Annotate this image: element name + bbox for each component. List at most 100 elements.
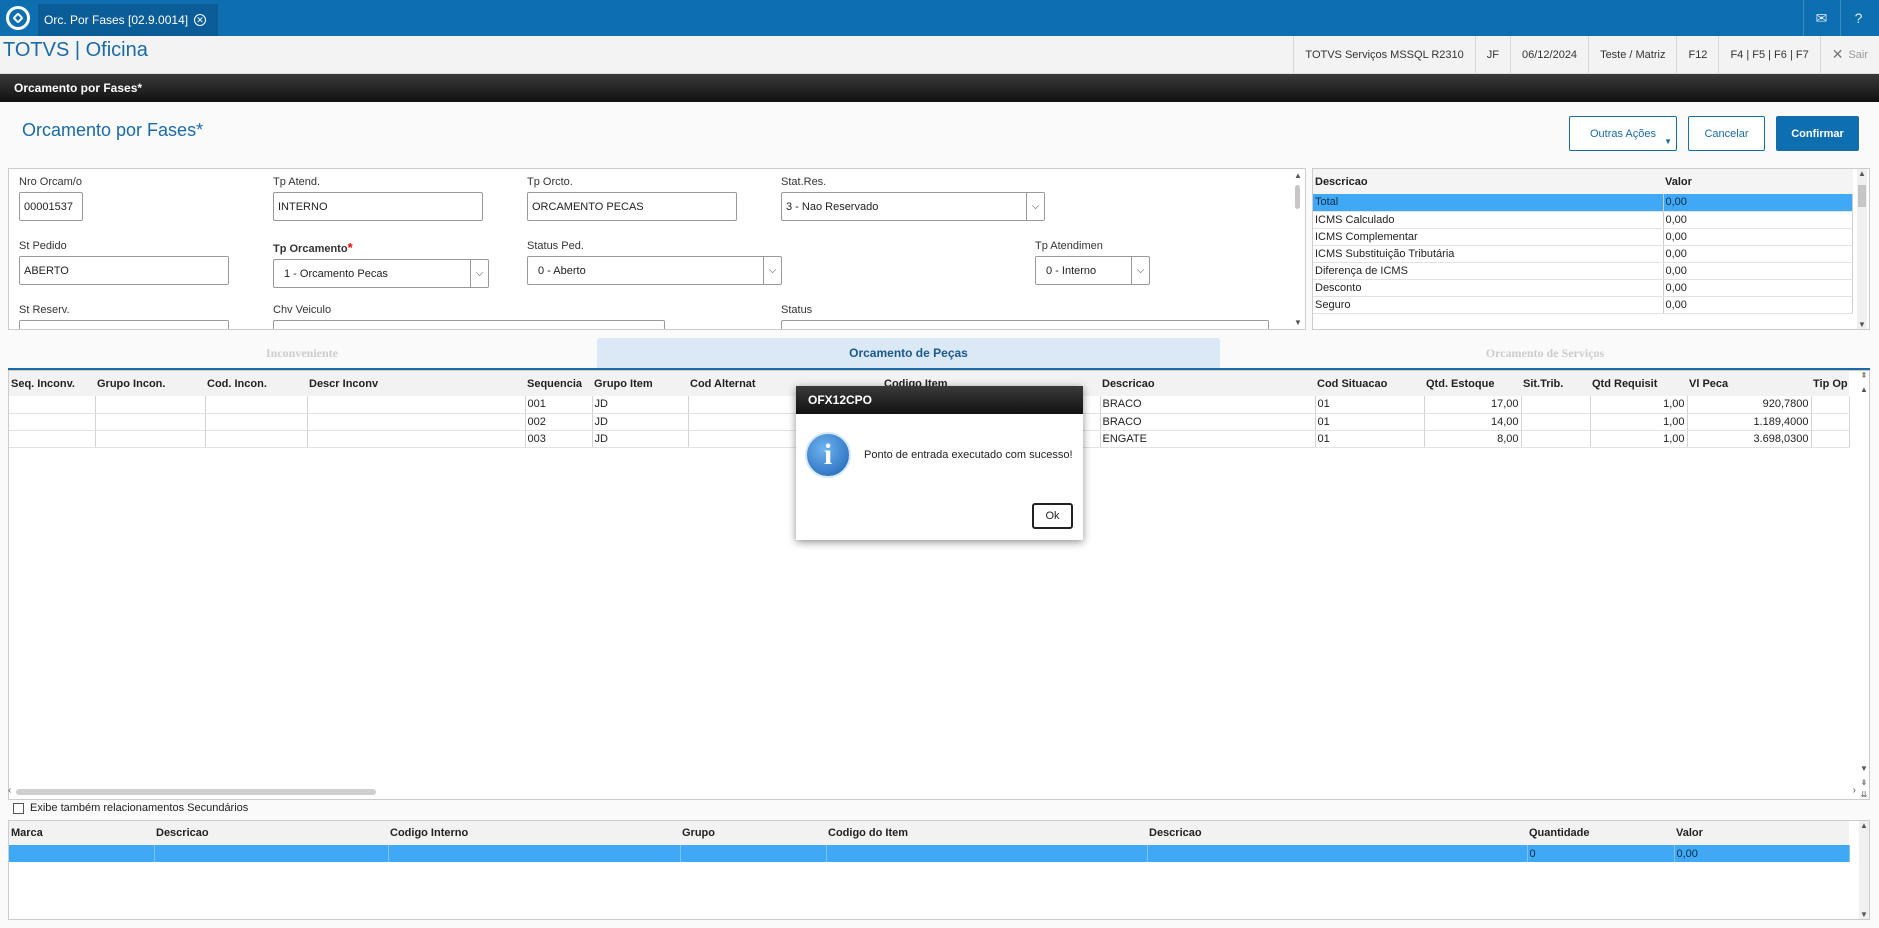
column-header[interactable]: Cod. Incon.	[205, 371, 307, 396]
totvs-logo-icon[interactable]	[0, 0, 36, 36]
chv-veiculo-input[interactable]	[273, 320, 665, 329]
header-info: TOTVS Serviços MSSQL R2310 JF 06/12/2024…	[1293, 36, 1879, 73]
table-cell: Desconto	[1313, 279, 1664, 297]
tab-orcamento-servicos[interactable]: Orcamento de Serviços	[1221, 338, 1869, 368]
totals-col-descricao[interactable]: Descricao	[1313, 169, 1663, 194]
column-header[interactable]: Cod Situacao	[1315, 371, 1424, 396]
scroll-left-icon[interactable]: ‹	[8, 785, 11, 796]
st-pedido-input[interactable]: ABERTO	[19, 256, 229, 285]
column-header[interactable]: Descr Inconv	[307, 371, 525, 396]
fkeys-shortcut[interactable]: F4 | F5 | F6 | F7	[1718, 36, 1819, 73]
server-info: TOTVS Serviços MSSQL R2310	[1293, 36, 1474, 73]
column-header[interactable]: Quantidade	[1527, 821, 1674, 845]
table-cell	[205, 396, 308, 414]
column-header[interactable]: Codigo Interno	[388, 821, 680, 845]
stat-res-select[interactable]: 3 - Nao Reservado ⌵	[781, 192, 1045, 221]
scroll-top-icon[interactable]: ⇞	[1859, 371, 1869, 380]
status-ped-value: 0 - Aberto	[538, 265, 586, 277]
status-input[interactable]	[781, 320, 1269, 329]
ok-button[interactable]: Ok	[1032, 503, 1073, 529]
table-cell: 1,00	[1590, 413, 1688, 431]
st-reserv-input[interactable]	[19, 320, 229, 329]
column-header[interactable]: Vl Peca	[1687, 371, 1811, 396]
column-header[interactable]: Marca	[9, 821, 154, 845]
exit-button[interactable]: ✕ Sair	[1819, 36, 1879, 73]
tab-orcamento-pecas[interactable]: Orcamento de Peças	[597, 338, 1220, 368]
help-icon[interactable]: ?	[1840, 0, 1876, 36]
close-tab-icon[interactable]: ✕	[194, 14, 207, 26]
checkbox-label: Exibe também relacionamentos Secundários	[30, 802, 249, 814]
table-row[interactable]: ICMS Substituição Tributária 0,00	[1313, 245, 1853, 263]
related-scrollbar[interactable]: ▲ ▼	[1859, 821, 1869, 919]
chevron-down-icon[interactable]: ⌵	[1026, 193, 1044, 220]
hscroll-thumb[interactable]	[16, 789, 376, 795]
tp-orcto-input[interactable]: ORCAMENTO PECAS	[527, 192, 737, 221]
nro-orcam-input[interactable]: 00001537	[19, 192, 83, 221]
scroll-right-icon[interactable]: ›	[1853, 785, 1856, 796]
column-header[interactable]: Codigo do Item	[826, 821, 1147, 845]
table-row[interactable]: ICMS Complementar 0,00	[1313, 228, 1853, 246]
table-row[interactable]: 0 0,00	[9, 845, 1850, 862]
column-header[interactable]: Qtd Requisit	[1590, 371, 1687, 396]
tp-atend-input[interactable]: INTERNO	[273, 192, 483, 221]
table-row[interactable]: Total 0,00	[1313, 194, 1853, 212]
totals-scrollbar[interactable]: ▲ ▼	[1857, 169, 1867, 329]
scroll-thumb[interactable]	[1858, 185, 1866, 207]
scroll-down-icon[interactable]: ▼	[1859, 764, 1869, 773]
scroll-up-icon[interactable]: ▲	[1857, 169, 1867, 178]
totals-col-valor[interactable]: Valor	[1663, 169, 1853, 194]
chevron-down-icon[interactable]: ⌵	[763, 257, 781, 284]
tp-atend-label: Tp Atend.	[273, 176, 321, 188]
scroll-down-icon[interactable]: ▼	[1293, 318, 1303, 327]
branch-info[interactable]: Teste / Matriz	[1588, 36, 1676, 73]
scroll-down-icon[interactable]: ▼	[1857, 320, 1867, 329]
column-header[interactable]: Grupo	[680, 821, 826, 845]
scroll-down-icon[interactable]: ▼	[1859, 910, 1869, 919]
chevron-down-icon[interactable]: ⌵	[1131, 257, 1149, 284]
scroll-thumb[interactable]	[1295, 185, 1300, 209]
column-header[interactable]: Seq. Inconv.	[9, 371, 95, 396]
secondary-relations-checkbox[interactable]: Exibe também relacionamentos Secundários	[13, 802, 248, 814]
table-cell	[307, 430, 526, 448]
table-row[interactable]: ICMS Calculado 0,00	[1313, 211, 1853, 229]
table-cell: Seguro	[1313, 296, 1664, 314]
scroll-up-icon[interactable]: ▲	[1859, 385, 1869, 394]
parts-scrollbar[interactable]: ⇞ ▲ ▼ ⇟ ⇊	[1859, 371, 1869, 799]
table-cell: 1,00	[1590, 396, 1688, 414]
tab-inconveniente[interactable]: Inconveniente	[8, 338, 596, 368]
top-bar: Orc. Por Fases [02.9.0014] ✕ ✉ ?	[0, 0, 1879, 36]
table-cell	[154, 845, 389, 862]
table-row[interactable]: Seguro 0,00	[1313, 296, 1853, 314]
scroll-up-icon[interactable]: ▲	[1293, 171, 1303, 180]
tab-orc-por-fases[interactable]: Orc. Por Fases [02.9.0014] ✕	[38, 4, 218, 36]
confirm-button[interactable]: Confirmar	[1776, 116, 1859, 151]
other-actions-button[interactable]: Outras Ações ▼	[1569, 116, 1677, 151]
column-header[interactable]: Sit.Trib.	[1521, 371, 1590, 396]
mail-icon[interactable]: ✉	[1803, 0, 1839, 36]
related-header-row: Marca Descricao Codigo Interno Grupo Codigo …	[9, 821, 1849, 845]
column-header[interactable]: Valor	[1674, 821, 1849, 845]
tp-atendimen-select[interactable]: 0 - Interno ⌵	[1035, 256, 1150, 285]
f12-shortcut[interactable]: F12	[1676, 36, 1718, 73]
tp-orcamento-select[interactable]: 1 - Orcamento Pecas ⌵	[273, 259, 489, 288]
cancel-button[interactable]: Cancelar	[1688, 116, 1765, 151]
column-header[interactable]: Tip Op	[1811, 371, 1849, 396]
column-header[interactable]: Descricao	[1147, 821, 1527, 845]
table-row[interactable]: Desconto 0,00	[1313, 279, 1853, 297]
column-header[interactable]: Qtd. Estoque	[1424, 371, 1521, 396]
table-cell: 0,00	[1674, 845, 1850, 862]
status-ped-select[interactable]: 0 - Aberto ⌵	[527, 256, 782, 285]
table-row[interactable]: Diferença de ICMS 0,00	[1313, 262, 1853, 280]
column-header[interactable]: Grupo Item	[592, 371, 688, 396]
chevron-down-icon[interactable]: ⌵	[470, 260, 488, 287]
column-header[interactable]: Sequencia	[525, 371, 592, 396]
other-actions-label: Outras Ações	[1589, 127, 1657, 140]
column-header[interactable]: Descricao	[154, 821, 388, 845]
column-header[interactable]: Descricao	[1100, 371, 1315, 396]
column-header[interactable]: Grupo Incon.	[95, 371, 205, 396]
table-cell	[9, 430, 96, 448]
parts-hscrollbar[interactable]: ‹ ›	[8, 785, 1870, 798]
checkbox-box[interactable]	[13, 802, 24, 814]
form-scrollbar[interactable]: ▲ ▼	[1293, 171, 1303, 327]
scroll-up-icon[interactable]: ▲	[1859, 821, 1869, 830]
